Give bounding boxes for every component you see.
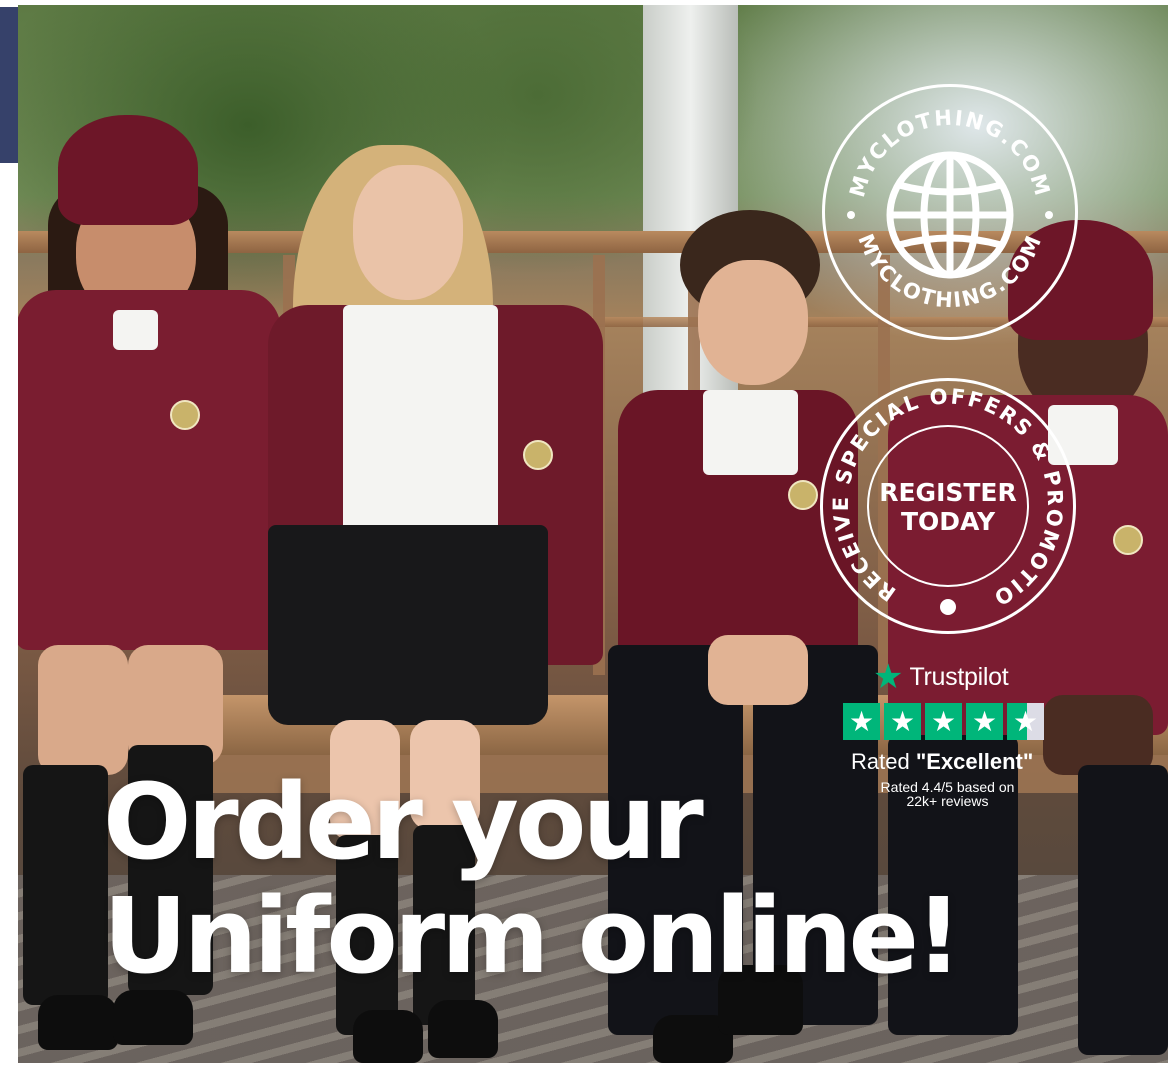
beanie	[58, 115, 198, 225]
shoe	[113, 990, 193, 1045]
white-shirt	[343, 305, 498, 555]
star-icon: ★	[884, 703, 921, 740]
side-nav-strip	[0, 7, 18, 163]
school-crest	[788, 480, 818, 510]
sock	[23, 765, 108, 1005]
hands	[708, 635, 808, 705]
shoe	[353, 1010, 423, 1063]
school-crest	[523, 440, 553, 470]
star-icon: ★	[966, 703, 1003, 740]
knee	[38, 645, 128, 775]
shirt-collar	[113, 310, 158, 350]
shoe	[428, 1000, 498, 1058]
headline: Order your Uniform online!	[103, 761, 962, 997]
register-today-text[interactable]: REGISTER TODAY	[863, 478, 1033, 536]
myclothing-stamp[interactable]: MYCLOTHING.COM MYCLOTHING.COM	[822, 84, 1078, 340]
trustpilot-logo[interactable]: ★ Trustpilot	[873, 657, 1009, 697]
star-icon: ★	[843, 703, 880, 740]
hands	[1043, 695, 1153, 775]
polo-collar	[703, 390, 798, 475]
shoe	[38, 995, 118, 1050]
face	[353, 165, 463, 300]
today-line: TODAY	[900, 507, 996, 536]
globe-icon	[886, 151, 1014, 279]
stamp-arc-text: MYCLOTHING.COM MYCLOTHING.COM	[845, 106, 1053, 312]
face	[698, 260, 808, 385]
half-star-icon: ★	[1007, 703, 1044, 740]
trustpilot-brand: Trustpilot	[909, 662, 1009, 691]
headline-line2: Uniform online!	[103, 875, 962, 997]
school-crest	[1113, 525, 1143, 555]
trouser	[1078, 765, 1168, 1055]
register-line: REGISTER	[879, 478, 1017, 507]
star-icon: ★	[925, 703, 962, 740]
school-crest	[170, 400, 200, 430]
trustpilot-stars: ★ ★ ★ ★ ★	[843, 703, 1044, 740]
headline-line1: Order your	[103, 761, 704, 883]
trustpilot-star-icon: ★	[873, 657, 904, 697]
pleated-skirt	[268, 525, 548, 725]
